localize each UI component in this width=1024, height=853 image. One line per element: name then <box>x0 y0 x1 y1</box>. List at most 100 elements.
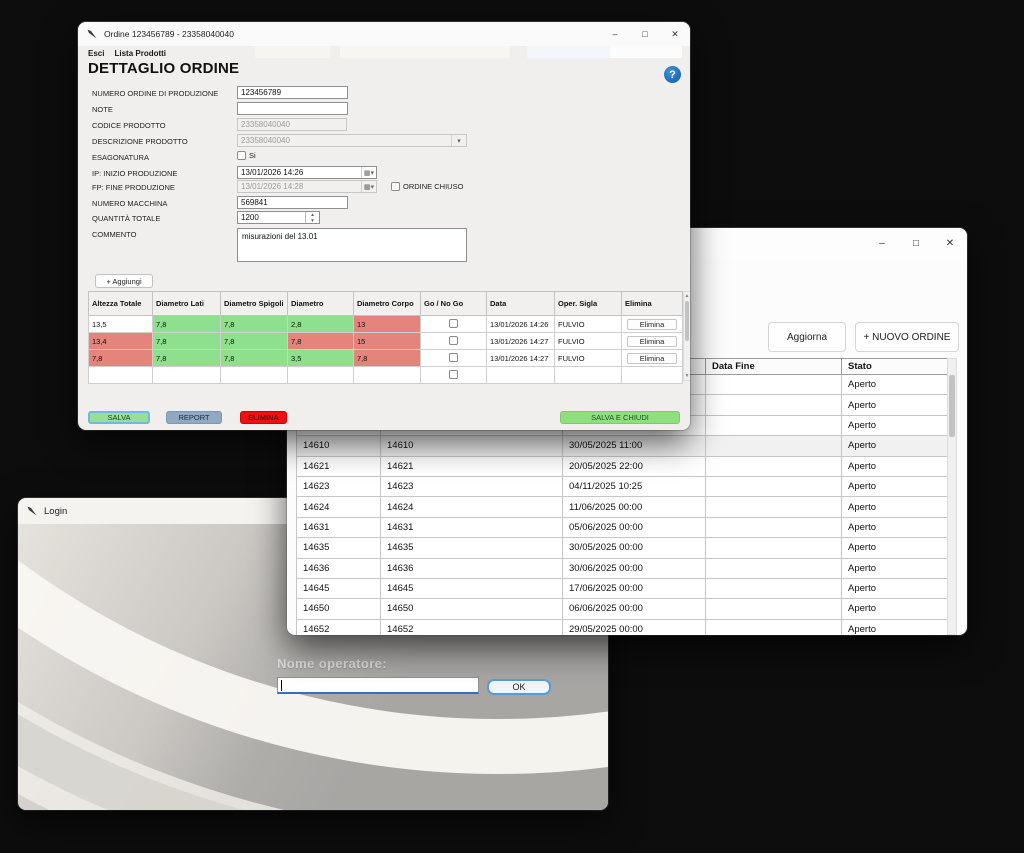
measure-column-header[interactable]: Altezza Totale <box>89 292 153 316</box>
chevron-down-icon <box>371 183 375 191</box>
aggiorna-button[interactable]: Aggiorna <box>768 322 846 352</box>
esagonatura-checkbox[interactable] <box>237 151 246 160</box>
descrizione-prodotto-label: DESCRIZIONE PRODOTTO <box>92 137 188 146</box>
measure-cell[interactable]: 3,5 <box>288 350 354 367</box>
esagonatura-checkbox-label: Si <box>249 151 256 160</box>
measure-cell[interactable] <box>354 367 421 384</box>
measure-cell[interactable] <box>221 367 288 384</box>
commento-textarea[interactable]: misurazioni del 13.01 <box>237 228 467 262</box>
close-button[interactable]: ✕ <box>933 228 967 258</box>
measure-cell[interactable]: 13 <box>354 316 421 333</box>
aggiungi-button[interactable]: + Aggiungi <box>95 274 153 288</box>
order-row[interactable]: 146451464517/06/2025 00:00Aperto <box>297 578 948 598</box>
orders-scrollbar[interactable] <box>947 358 957 635</box>
orders-column-header[interactable]: Data Fine <box>706 359 842 375</box>
order-row[interactable]: 146241462411/06/2025 00:00Aperto <box>297 497 948 517</box>
measure-column-header[interactable]: Oper. Sigla <box>555 292 622 316</box>
order-row[interactable]: 146351463530/05/2025 00:00Aperto <box>297 538 948 558</box>
order-row[interactable]: 146521465229/05/2025 00:00Aperto <box>297 619 948 635</box>
close-button[interactable]: ✕ <box>660 22 690 46</box>
operator-name-input[interactable] <box>277 677 479 694</box>
order-row[interactable]: 146311463105/06/2025 00:00Aperto <box>297 517 948 537</box>
order-cell: Aperto <box>842 558 948 578</box>
ok-button[interactable]: OK <box>487 679 551 695</box>
salva-e-chiudi-button[interactable]: SALVA E CHIUDI <box>560 411 680 424</box>
gonogo-checkbox[interactable] <box>449 319 458 328</box>
order-detail-window: Ordine 123456789 - 23358040040 – □ ✕ Esc… <box>78 22 690 430</box>
elimina-button[interactable]: ELIMINA <box>240 411 287 424</box>
measure-cell[interactable]: 7,8 <box>89 350 153 367</box>
row-elimina-button[interactable]: Elimina <box>627 353 677 364</box>
numero-ordine-input[interactable]: 123456789 <box>237 86 348 99</box>
measure-cell[interactable]: 7,8 <box>153 316 221 333</box>
nuovo-ordine-button[interactable]: + NUOVO ORDINE <box>855 322 959 352</box>
minimize-button[interactable]: – <box>600 22 630 46</box>
numero-macchina-input[interactable]: 569841 <box>237 196 348 209</box>
row-elimina-button[interactable]: Elimina <box>627 319 677 330</box>
measurements-scrollbar[interactable]: ▲ ▼ <box>683 291 690 381</box>
report-button[interactable]: REPORT <box>166 411 222 424</box>
scrollbar-thumb[interactable] <box>949 375 955 437</box>
measure-cell[interactable]: 7,8 <box>221 350 288 367</box>
menu-lista-prodotti[interactable]: Lista Prodotti <box>114 49 166 58</box>
scroll-up-icon[interactable]: ▲ <box>684 292 690 300</box>
order-row[interactable]: 146361463630/06/2025 00:00Aperto <box>297 558 948 578</box>
measure-cell[interactable]: 7,8 <box>221 333 288 350</box>
measure-cell[interactable]: 7,8 <box>354 350 421 367</box>
salva-button[interactable]: SALVA <box>88 411 150 424</box>
measure-column-header[interactable]: Elimina <box>622 292 683 316</box>
measure-cell[interactable] <box>153 367 221 384</box>
maximize-button[interactable]: □ <box>899 228 933 258</box>
quantita-totale-label: QUANTITÀ TOTALE <box>92 214 160 223</box>
order-cell: 14645 <box>381 578 563 598</box>
gonogo-checkbox[interactable] <box>449 336 458 345</box>
help-icon[interactable]: ? <box>664 66 681 83</box>
measure-column-header[interactable]: Data <box>487 292 555 316</box>
row-elimina-button[interactable]: Elimina <box>627 336 677 347</box>
measure-column-header[interactable]: Diametro Corpo <box>354 292 421 316</box>
order-row[interactable]: 146211462120/05/2025 22:00Aperto <box>297 456 948 476</box>
order-row[interactable]: 146501465006/06/2025 00:00Aperto <box>297 599 948 619</box>
measure-cell[interactable]: 13,5 <box>89 316 153 333</box>
measure-cell[interactable]: 2,8 <box>288 316 354 333</box>
gonogo-checkbox[interactable] <box>449 370 458 379</box>
elimina-cell: Elimina <box>622 316 683 333</box>
measure-column-header[interactable]: Go / No Go <box>421 292 487 316</box>
gonogo-checkbox[interactable] <box>449 353 458 362</box>
measure-cell[interactable]: 7,8 <box>221 316 288 333</box>
order-cell: 14624 <box>297 497 381 517</box>
measure-cell[interactable]: 13,4 <box>89 333 153 350</box>
measure-cell[interactable]: 15 <box>354 333 421 350</box>
scroll-down-icon[interactable]: ▼ <box>684 372 690 380</box>
detail-titlebar: Ordine 123456789 - 23358040040 – □ ✕ <box>78 22 690 46</box>
measure-column-header[interactable]: Diametro <box>288 292 354 316</box>
scrollbar-thumb[interactable] <box>685 301 689 341</box>
ordine-chiuso-checkbox[interactable] <box>391 182 400 191</box>
menu-esci[interactable]: Esci <box>88 49 104 58</box>
order-row[interactable]: 146231462304/11/2025 10:25Aperto <box>297 476 948 496</box>
minimize-button[interactable]: – <box>865 228 899 258</box>
orders-column-header[interactable]: Stato <box>842 359 948 375</box>
order-cell: 14610 <box>297 436 381 456</box>
measure-cell[interactable] <box>288 367 354 384</box>
order-cell <box>706 476 842 496</box>
measure-cell[interactable]: 7,8 <box>153 333 221 350</box>
note-input[interactable] <box>237 102 348 115</box>
order-cell <box>706 578 842 598</box>
order-cell: 14621 <box>381 456 563 476</box>
measure-cell[interactable] <box>89 367 153 384</box>
measure-column-header[interactable]: Diametro Lati <box>153 292 221 316</box>
order-cell: Aperto <box>842 436 948 456</box>
maximize-button[interactable]: □ <box>630 22 660 46</box>
gonogo-cell <box>421 367 487 384</box>
order-cell <box>706 599 842 619</box>
measure-cell[interactable]: 7,8 <box>153 350 221 367</box>
order-row[interactable]: 146101461030/05/2025 11:00Aperto <box>297 436 948 456</box>
measure-column-header[interactable]: Diametro Spigoli <box>221 292 288 316</box>
measure-cell[interactable]: 7,8 <box>288 333 354 350</box>
order-cell <box>706 436 842 456</box>
quantita-totale-stepper[interactable]: 1200 ▲▼ <box>237 211 320 224</box>
spinner-down-icon[interactable]: ▼ <box>306 218 319 224</box>
fine-produzione-datepicker: 13/01/2026 14:28 <box>237 180 377 193</box>
inizio-produzione-datepicker[interactable]: 13/01/2026 14:26 <box>237 166 377 179</box>
